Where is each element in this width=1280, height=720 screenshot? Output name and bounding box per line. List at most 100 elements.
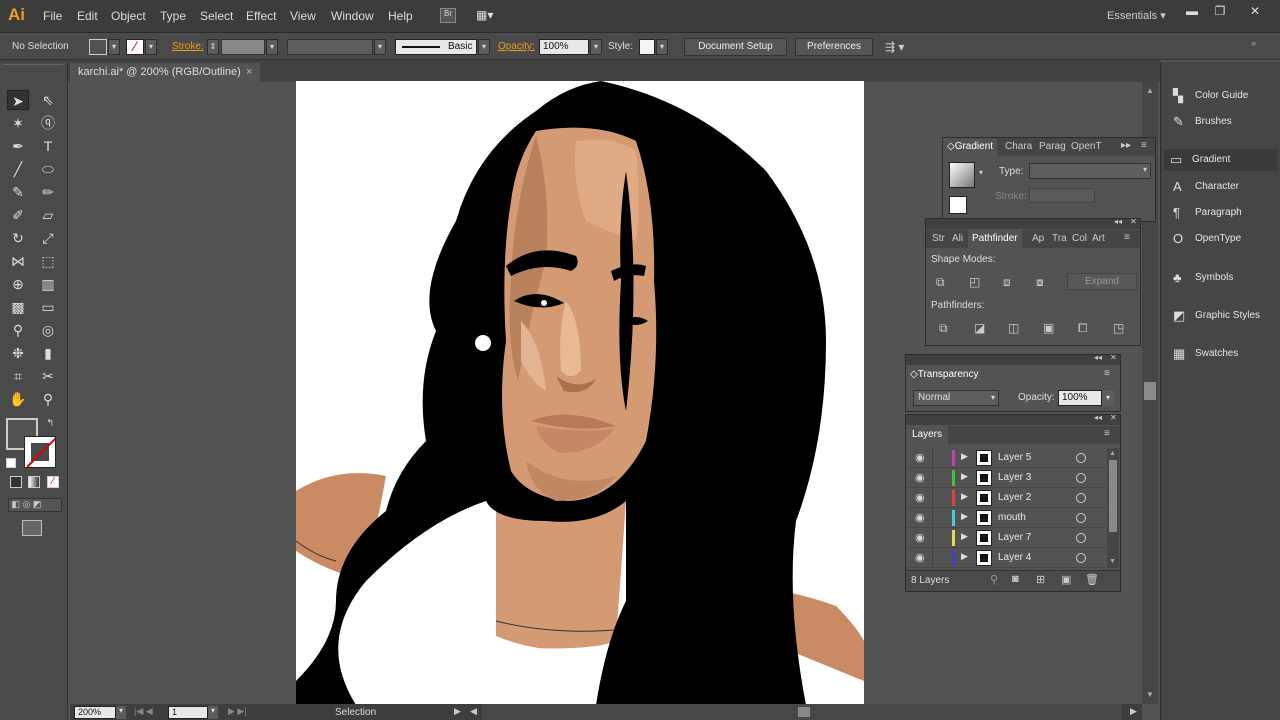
menu-window[interactable]: Window [331, 9, 374, 23]
lock-column[interactable] [932, 528, 933, 547]
layer-name[interactable]: Layer 5 [998, 452, 1031, 463]
tab-opentype[interactable]: OpenT [1071, 141, 1102, 152]
divide-icon[interactable]: ⧉ [939, 321, 948, 336]
layers-scrollbar[interactable]: ▲ ▼ [1107, 448, 1119, 568]
dock-paragraph[interactable]: ¶ Paragraph [1167, 202, 1277, 224]
locate-object-icon[interactable]: ⚲ [990, 573, 998, 586]
none-mode-icon[interactable]: ⁄ [47, 476, 59, 488]
pencil-tool-icon[interactable]: ✏ [37, 182, 59, 202]
status-menu-icon[interactable]: ▶ [454, 706, 461, 717]
gradient-stroke-options[interactable] [1029, 188, 1095, 203]
dock-character[interactable]: A Character [1167, 176, 1277, 198]
draw-modes-icon[interactable]: ◧ ◎ ◩ [8, 498, 62, 512]
variable-width-dropdown[interactable]: ▾ [374, 39, 386, 55]
visibility-eye-icon[interactable]: ◉ [915, 491, 925, 504]
fill-dropdown[interactable]: ▾ [108, 39, 120, 55]
vertical-scroll-thumb[interactable] [1144, 382, 1156, 400]
expand-layer-icon[interactable]: ▶ [961, 511, 968, 522]
opacity-label[interactable]: Opacity: [498, 41, 535, 52]
menu-file[interactable]: File [43, 9, 62, 23]
brush-dropdown[interactable]: ▾ [478, 39, 490, 55]
symbol-sprayer-tool-icon[interactable]: ❉ [7, 343, 29, 363]
free-transform-tool-icon[interactable]: ⬚ [37, 251, 59, 271]
gradient-thumbnail[interactable] [949, 162, 975, 188]
stroke-weight-field[interactable] [221, 39, 265, 55]
target-circle-icon[interactable] [1076, 533, 1086, 543]
menu-type[interactable]: Type [160, 9, 186, 23]
layer-name[interactable]: Layer 3 [998, 472, 1031, 483]
layers-menu-icon[interactable]: ≡ [1104, 428, 1110, 439]
swap-colors-icon[interactable]: ↰ [46, 418, 54, 429]
fill-swatch[interactable] [89, 39, 107, 55]
layer-name[interactable]: Layer 2 [998, 492, 1031, 503]
layer-row[interactable]: ◉ ▶ Layer 5 [906, 448, 1106, 468]
preferences-button[interactable]: Preferences [795, 38, 873, 56]
layers-title[interactable]: Layers [906, 426, 949, 444]
layers-scroll-up-icon[interactable]: ▲ [1109, 450, 1116, 457]
lock-column[interactable] [932, 448, 933, 467]
zoom-field[interactable]: 200% [74, 706, 116, 719]
brush-definition[interactable]: Basic [395, 39, 477, 55]
minimize-icon[interactable]: ▬ [1182, 4, 1202, 18]
stroke-swatch[interactable]: ⁄ [126, 39, 144, 55]
shape-builder-tool-icon[interactable]: ⊕ [7, 274, 29, 294]
stroke-weight-stepper[interactable]: ⇕ [207, 39, 219, 55]
visibility-eye-icon[interactable]: ◉ [915, 451, 925, 464]
first-artboard-icon[interactable]: |◀ ◀ [134, 706, 153, 717]
magic-wand-tool-icon[interactable]: ✶ [7, 113, 29, 133]
visibility-eye-icon[interactable]: ◉ [915, 511, 925, 524]
lock-column[interactable] [932, 488, 933, 507]
visibility-eye-icon[interactable]: ◉ [915, 471, 925, 484]
blend-tool-icon[interactable]: ◎ [37, 320, 59, 340]
dock-graphic-styles[interactable]: ◩ Graphic Styles [1167, 305, 1277, 327]
outline-icon[interactable]: ⧠ [1078, 321, 1088, 336]
opacity-dropdown[interactable]: ▾ [590, 39, 602, 55]
tab-stroke[interactable]: Str [932, 233, 945, 244]
visibility-eye-icon[interactable]: ◉ [915, 551, 925, 564]
gradient-fill-box[interactable] [949, 196, 967, 214]
mesh-tool-icon[interactable]: ▩ [7, 297, 29, 317]
target-circle-icon[interactable] [1076, 513, 1086, 523]
opacity-field[interactable]: 100% [539, 39, 589, 55]
tab-appearance[interactable]: Ap [1032, 233, 1044, 244]
expand-button[interactable]: Expand [1067, 273, 1137, 290]
eyedropper-tool-icon[interactable]: ⚲ [7, 320, 29, 340]
expand-layer-icon[interactable]: ▶ [961, 491, 968, 502]
pathfinder-menu-icon[interactable]: ≡ [1124, 232, 1130, 243]
gradient-mode-icon[interactable] [28, 476, 40, 488]
tab-character[interactable]: Chara [1005, 141, 1032, 152]
stroke-swatch-dropdown[interactable]: ▾ [145, 39, 157, 55]
tab-artboards[interactable]: Art [1092, 233, 1105, 244]
slice-tool-icon[interactable]: ✂ [37, 366, 59, 386]
target-circle-icon[interactable] [1076, 493, 1086, 503]
perspective-grid-tool-icon[interactable]: ▥ [37, 274, 59, 294]
transparency-menu-icon[interactable]: ≡ [1104, 368, 1110, 379]
stroke-weight-dropdown[interactable]: ▾ [266, 39, 278, 55]
column-graph-tool-icon[interactable]: ▮ [37, 343, 59, 363]
make-clipping-mask-icon[interactable]: ◙ [1012, 573, 1019, 585]
stroke-label[interactable]: Stroke: [172, 41, 204, 52]
restore-icon[interactable]: ❐ [1210, 4, 1230, 18]
menu-help[interactable]: Help [388, 9, 413, 23]
trim-icon[interactable]: ◪ [974, 321, 985, 335]
scale-tool-icon[interactable]: ⤢ [37, 228, 59, 248]
layer-name[interactable]: mouth [998, 512, 1026, 523]
layer-name[interactable]: Layer 7 [998, 532, 1031, 543]
visibility-eye-icon[interactable]: ◉ [915, 531, 925, 544]
lock-column[interactable] [932, 508, 933, 527]
expand-layer-icon[interactable]: ▶ [961, 551, 968, 562]
target-circle-icon[interactable] [1076, 453, 1086, 463]
scroll-up-icon[interactable]: ▲ [1146, 86, 1154, 95]
crop-icon[interactable]: ▣ [1043, 321, 1054, 335]
hand-tool-icon[interactable]: ✋ [7, 389, 29, 409]
width-tool-icon[interactable]: ⋈ [7, 251, 29, 271]
style-dropdown[interactable]: ▾ [656, 39, 668, 55]
menu-select[interactable]: Select [200, 9, 233, 23]
lock-column[interactable] [932, 468, 933, 487]
default-colors-icon[interactable] [6, 458, 16, 468]
next-artboard-icon[interactable]: ▶ ▶| [228, 706, 247, 717]
menu-edit[interactable]: Edit [77, 9, 98, 23]
bridge-icon[interactable]: Br [440, 8, 456, 23]
expand-layer-icon[interactable]: ▶ [961, 531, 968, 542]
screen-mode-icon[interactable] [22, 520, 42, 536]
